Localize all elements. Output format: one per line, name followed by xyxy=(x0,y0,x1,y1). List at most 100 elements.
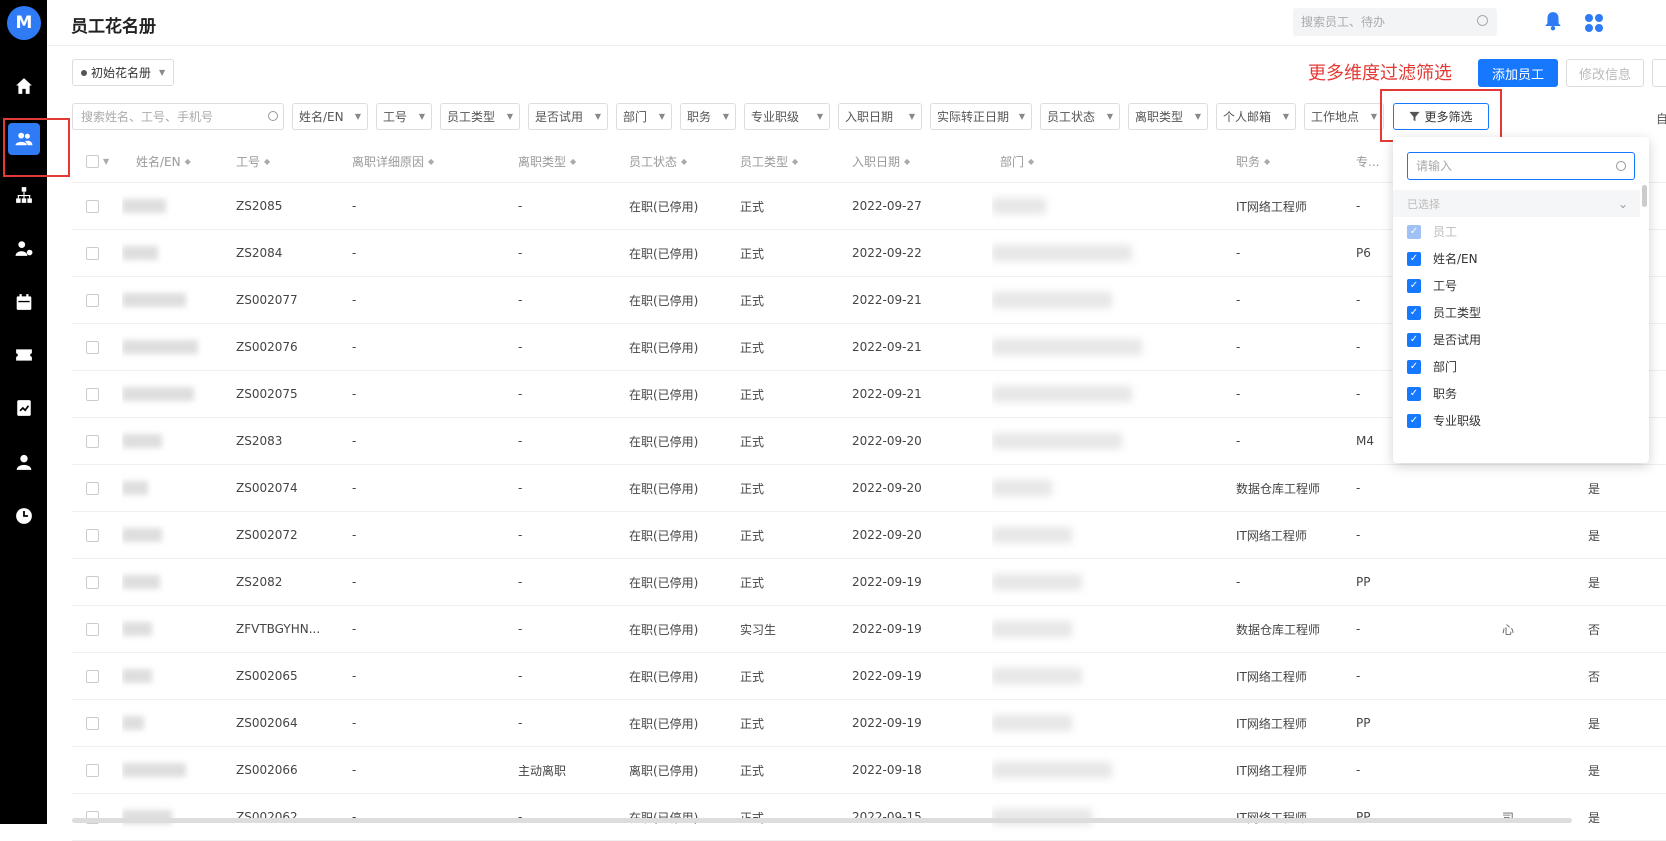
global-search-input[interactable] xyxy=(1293,8,1497,36)
cell-reason: - xyxy=(352,528,357,542)
col-header[interactable]: 员工状态 ◆ xyxy=(629,141,729,182)
nav-user-settings[interactable] xyxy=(0,226,47,270)
redacted-department xyxy=(992,621,1072,637)
row-checkbox[interactable] xyxy=(86,246,99,260)
row-checkbox[interactable] xyxy=(86,434,99,448)
more-filters-button[interactable]: 更多筛选 xyxy=(1393,103,1489,130)
nav-report[interactable] xyxy=(0,386,47,430)
table-row[interactable]: ZS002066 - 主动离职 离职(已停用) 正式 2022-09-18 IT网络工程师 -… xyxy=(72,747,1666,794)
apps-icon[interactable] xyxy=(1584,13,1604,33)
employee-search-input[interactable] xyxy=(72,103,284,130)
nav-history[interactable] xyxy=(0,494,47,538)
search-icon[interactable] xyxy=(1477,15,1488,26)
filter-option[interactable]: ✓ 是否试用 xyxy=(1407,325,1481,354)
cell-name xyxy=(122,606,172,652)
nav-home[interactable] xyxy=(0,64,47,108)
check-icon[interactable]: ✓ xyxy=(1407,251,1421,266)
table-row[interactable]: ZS002065 - - 在职(已停用) 正式 2022-09-19 IT网络工程师 - 否 xyxy=(72,653,1666,700)
filter-grade[interactable]: 专业职级 ▼ xyxy=(744,103,830,130)
nav-org[interactable] xyxy=(0,173,47,217)
person-icon xyxy=(16,454,31,470)
filter-option[interactable]: ✓ 专业职级 xyxy=(1407,406,1481,435)
row-checkbox[interactable] xyxy=(86,669,99,683)
nav-ticket[interactable] xyxy=(0,333,47,377)
caret-down-icon[interactable]: ▼ xyxy=(103,157,109,166)
filter-option[interactable]: ✓ 员工类型 xyxy=(1407,298,1481,327)
table-row[interactable]: ZFVTBGYHN... - - 在职(已停用) 实习生 2022-09-19 数据仓库工程… xyxy=(72,606,1666,653)
cell-leave-type: - xyxy=(518,622,523,636)
cell-id: ZS2084 xyxy=(236,246,283,260)
filter-probation[interactable]: 是否试用 ▼ xyxy=(528,103,608,130)
search-icon[interactable] xyxy=(268,111,278,121)
horizontal-scrollbar[interactable] xyxy=(72,818,1572,823)
row-checkbox[interactable] xyxy=(86,716,99,730)
dropdown-search-input[interactable] xyxy=(1407,152,1635,180)
cell-id: ZFVTBGYHN... xyxy=(236,622,321,636)
check-icon[interactable]: ✓ xyxy=(1407,413,1421,428)
filter-hire-date[interactable]: 入职日期 ▼ xyxy=(838,103,922,130)
filter-id[interactable]: 工号 ▼ xyxy=(376,103,432,130)
filter-leave-type[interactable]: 离职类型 ▼ xyxy=(1128,103,1208,130)
table-row[interactable]: ZS002064 - - 在职(已停用) 正式 2022-09-19 IT网络工程师 PP 是 xyxy=(72,700,1666,747)
check-icon[interactable]: ✓ xyxy=(1407,305,1421,320)
more-actions-button[interactable] xyxy=(1652,59,1666,87)
check-icon[interactable]: ✓ xyxy=(1407,359,1421,374)
nav-profile[interactable] xyxy=(0,440,47,484)
edit-info-button[interactable]: 修改信息 xyxy=(1566,59,1644,87)
roster-select[interactable]: 初始花名册 ▼ xyxy=(72,59,175,86)
cell-department xyxy=(992,465,1192,511)
col-header[interactable]: 离职类型 ◆ xyxy=(518,141,618,182)
filter-position[interactable]: 职务 ▼ xyxy=(680,103,736,130)
filter-department[interactable]: 部门 ▼ xyxy=(616,103,672,130)
filter-option[interactable]: ✓ 工号 xyxy=(1407,271,1457,300)
select-all[interactable]: ▼ xyxy=(86,141,116,182)
nav-calendar[interactable] xyxy=(0,280,47,324)
col-header[interactable]: 员工类型 ◆ xyxy=(740,141,840,182)
filter-name[interactable]: 姓名/EN ▼ xyxy=(292,103,368,130)
row-checkbox[interactable] xyxy=(86,387,99,401)
col-header[interactable]: 入职日期 ◆ xyxy=(852,141,992,182)
check-icon[interactable]: ✓ xyxy=(1407,278,1421,293)
table-row[interactable]: ZS002074 - - 在职(已停用) 正式 2022-09-20 数据仓库工程师 - 是 xyxy=(72,465,1666,512)
selected-section[interactable]: 已选择 ⌄ xyxy=(1393,190,1640,217)
filter-option[interactable]: ✓ 职务 xyxy=(1407,379,1457,408)
col-header[interactable]: 部门 ◆ xyxy=(1000,141,1200,182)
filter-email[interactable]: 个人邮箱 ▼ xyxy=(1216,103,1296,130)
app-logo[interactable]: M xyxy=(7,6,41,40)
filter-option[interactable]: ✓ 姓名/EN xyxy=(1407,244,1478,273)
redacted-name xyxy=(122,293,186,307)
row-checkbox[interactable] xyxy=(86,528,99,542)
col-header[interactable]: 专... xyxy=(1356,141,1396,182)
select-all-checkbox[interactable] xyxy=(86,155,99,168)
table-row[interactable]: ZS2082 - - 在职(已停用) 正式 2022-09-19 - PP 是 xyxy=(72,559,1666,606)
add-employee-button[interactable]: 添加员工 xyxy=(1478,59,1558,87)
check-icon[interactable]: ✓ xyxy=(1407,332,1421,347)
filter-option[interactable]: ✓ 部门 xyxy=(1407,352,1457,381)
col-header[interactable]: 工号 ◆ xyxy=(236,141,336,182)
bell-icon[interactable] xyxy=(1544,11,1562,31)
col-header[interactable]: 姓名/EN ◆ xyxy=(136,141,226,182)
cell-reason: - xyxy=(352,622,357,636)
row-checkbox[interactable] xyxy=(86,763,99,777)
row-checkbox[interactable] xyxy=(86,481,99,495)
dropdown-scrollbar[interactable] xyxy=(1642,185,1647,207)
cell-title: 数据仓库工程师 xyxy=(1236,481,1321,496)
filter-employee-type[interactable]: 员工类型 ▼ xyxy=(440,103,520,130)
table-row[interactable]: ZS002072 - - 在职(已停用) 正式 2022-09-20 IT网络工程师 - 是 xyxy=(72,512,1666,559)
col-header[interactable]: 职务 ◆ xyxy=(1236,141,1356,182)
row-checkbox[interactable] xyxy=(86,622,99,636)
col-header[interactable]: 离职详细原因 ◆ xyxy=(352,141,502,182)
filter-employee-status[interactable]: 员工状态 ▼ xyxy=(1040,103,1120,130)
check-icon[interactable]: ✓ xyxy=(1407,386,1421,401)
row-checkbox[interactable] xyxy=(86,293,99,307)
row-checkbox[interactable] xyxy=(86,199,99,213)
nav-roster[interactable] xyxy=(0,117,47,161)
filter-work-location[interactable]: 工作地点 ▼ xyxy=(1304,103,1384,130)
row-checkbox[interactable] xyxy=(86,340,99,354)
row-checkbox[interactable] xyxy=(86,575,99,589)
filter-regularization-date[interactable]: 实际转正日期 ▼ xyxy=(930,103,1032,130)
search-icon[interactable] xyxy=(1616,161,1626,171)
cell-status: 在职(已停用) xyxy=(629,293,699,308)
redacted-name xyxy=(122,387,194,401)
sort-icon: ◆ xyxy=(1028,157,1035,166)
